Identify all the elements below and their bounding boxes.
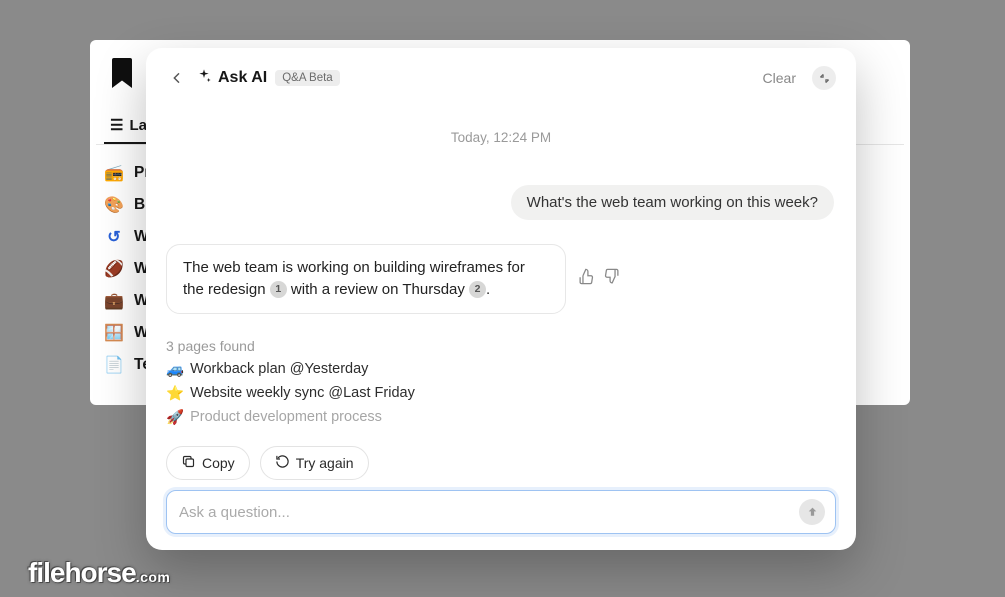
page-emoji-icon: 🚙 — [166, 361, 184, 378]
page-link[interactable]: 🚙 Workback plan @Yesterday — [166, 361, 836, 378]
page-emoji-icon: ⭐ — [166, 385, 184, 402]
page-text: Product development process — [190, 409, 382, 425]
thumbs-up-icon[interactable] — [578, 268, 595, 290]
question-input[interactable] — [179, 504, 799, 521]
ai-message: The web team is working on building wire… — [166, 244, 566, 314]
feedback-buttons — [578, 268, 620, 290]
item-icon: 💼 — [104, 291, 124, 311]
modal-header: Ask AI Q&A Beta Clear — [166, 66, 836, 90]
app-logo-icon — [112, 58, 132, 88]
modal-title-text: Ask AI — [218, 69, 267, 87]
ai-response-row: The web team is working on building wire… — [166, 244, 836, 314]
sparkle-icon — [196, 68, 212, 89]
clear-button[interactable]: Clear — [763, 70, 796, 86]
item-icon: 📻 — [104, 163, 124, 183]
user-message: What's the web team working on this week… — [511, 185, 834, 220]
timestamp: Today, 12:24 PM — [166, 130, 836, 145]
citation-1[interactable]: 1 — [270, 281, 287, 298]
item-icon: 🪟 — [104, 323, 124, 343]
collapse-button[interactable] — [812, 66, 836, 90]
copy-icon — [181, 454, 196, 472]
item-icon: ↺ — [104, 227, 124, 247]
page-text: Workback plan @Yesterday — [190, 361, 368, 377]
page-link[interactable]: ⭐ Website weekly sync @Last Friday — [166, 385, 836, 402]
action-buttons: Copy Try again — [166, 446, 836, 480]
question-input-container — [166, 490, 836, 534]
item-icon: 🏈 — [104, 259, 124, 279]
citation-2[interactable]: 2 — [469, 281, 486, 298]
pages-list: 🚙 Workback plan @Yesterday ⭐ Website weekly… — [166, 354, 836, 426]
item-icon: 🎨 — [104, 195, 124, 215]
list-icon: ☰ — [110, 116, 123, 134]
copy-button[interactable]: Copy — [166, 446, 250, 480]
back-button[interactable] — [166, 67, 188, 89]
page-emoji-icon: 🚀 — [166, 409, 184, 426]
modal-title: Ask AI — [196, 68, 267, 89]
thumbs-down-icon[interactable] — [603, 268, 620, 290]
item-icon: 📄 — [104, 355, 124, 375]
watermark: filehorse.com — [28, 557, 170, 589]
retry-icon — [275, 454, 290, 472]
beta-badge: Q&A Beta — [275, 70, 340, 86]
page-text: Website weekly sync @Last Friday — [190, 385, 415, 401]
try-again-button[interactable]: Try again — [260, 446, 369, 480]
page-link[interactable]: 🚀 Product development process — [166, 409, 836, 426]
ask-ai-modal: Ask AI Q&A Beta Clear Today, 12:24 PM Wh… — [146, 48, 856, 550]
send-button[interactable] — [799, 499, 825, 525]
pages-found-label: 3 pages found — [166, 338, 836, 354]
